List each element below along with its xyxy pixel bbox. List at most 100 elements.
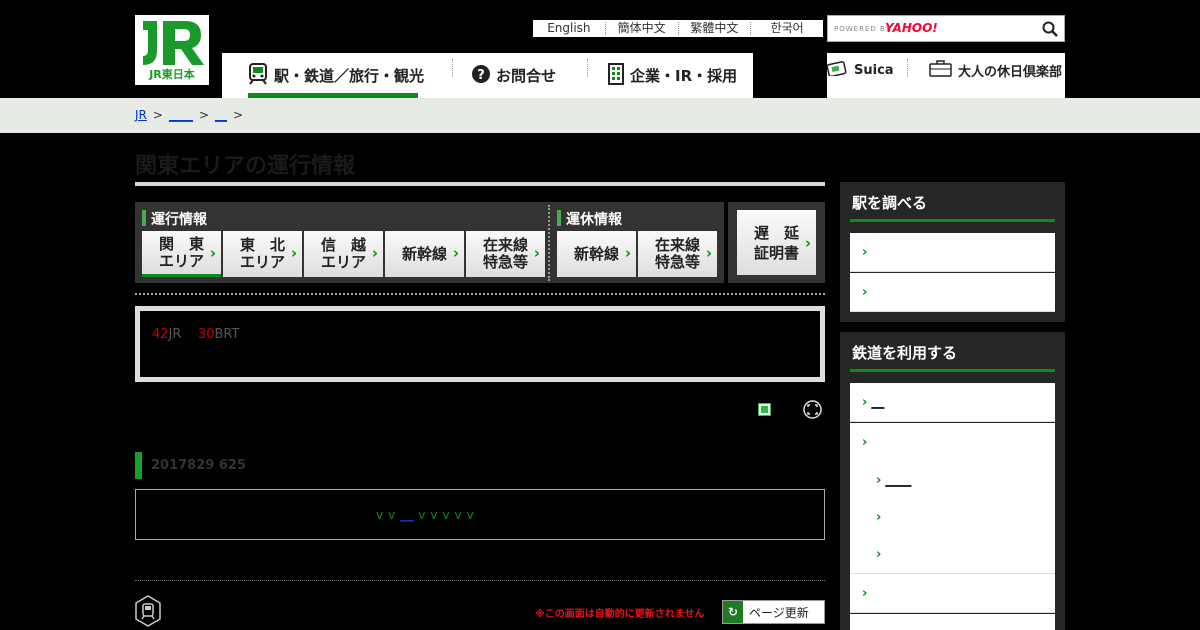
area-kanto-line2: エリア — [158, 251, 204, 270]
update-time-heading: 2017829 625 — [135, 452, 246, 479]
chevron-right-icon: › — [862, 394, 868, 410]
sidebar-railway-panel: 鉄道を利用する ›__ › ›____ › › › › — [840, 332, 1065, 630]
svg-text:JR東日本: JR東日本 — [148, 67, 195, 81]
panel-divider — [548, 205, 550, 281]
summary-count-brt: 30 — [197, 327, 215, 342]
sidebar-stations-item[interactable]: › — [850, 273, 1055, 312]
breadcrumb-separator: > — [198, 108, 210, 122]
refresh-icon: ↻ — [723, 601, 743, 623]
sidebar-railway-subitem[interactable]: › — [850, 498, 1055, 537]
nav-inquiry-label: お問合せ — [496, 67, 557, 85]
line-link[interactable]: v — [467, 508, 475, 522]
suspension-limited-express-line2: 特急等 — [654, 253, 700, 271]
sidebar-railway-item[interactable]: › __ — [850, 383, 1055, 422]
breadcrumb-level1-link[interactable]: ____ — [169, 108, 193, 122]
nav-corporate-label: 企業・IR・採用 — [630, 67, 738, 85]
lang-simplified-chinese-link[interactable]: 簡体中文 — [604, 22, 678, 35]
area-limited-express-line1: 在来線 — [482, 236, 528, 254]
nav-railway-travel[interactable]: 駅・鉄道／旅行・観光 — [248, 53, 424, 98]
sidebar-railway-subitem[interactable]: › — [850, 535, 1055, 574]
nav-otona-club-label: 大人の休日倶楽部 — [958, 64, 1063, 80]
breadcrumb-separator: > — [233, 108, 244, 122]
summary-label-brt: BRT — [214, 327, 240, 342]
area-shinkansen-line1: 新幹線 — [401, 244, 447, 263]
sidebar-stations-item[interactable]: › — [850, 233, 1055, 272]
nav-suica[interactable]: Suica — [826, 59, 894, 81]
page-refresh-button[interactable]: ↻ ページ更新 — [722, 600, 825, 624]
line-link[interactable]: v — [442, 508, 450, 522]
line-link[interactable]: v — [430, 508, 438, 522]
lang-english-link[interactable]: English — [533, 22, 605, 35]
footer-divider — [135, 580, 825, 581]
bag-icon — [929, 59, 953, 81]
chevron-right-icon: › — [876, 473, 882, 488]
sidebar-railway-item[interactable]: › — [850, 423, 1055, 462]
search-input[interactable]: POWERED BY YAHOO! — [827, 15, 1065, 42]
status-summary-text: 42JR 30BRT — [152, 327, 239, 342]
line-link[interactable]: __ — [400, 508, 414, 522]
nav-separator — [452, 59, 453, 77]
sidebar-railway-subitem[interactable]: › ____ — [850, 461, 1055, 500]
chevron-right-icon: › — [804, 234, 811, 252]
sub-navigation: Suica 大人の休日倶楽部 — [826, 53, 1065, 98]
line-link[interactable]: v — [388, 508, 396, 522]
chevron-right-icon: › — [290, 244, 297, 262]
nav-suica-label: Suica — [854, 62, 894, 78]
nav-corporate[interactable]: 企業・IR・採用 — [608, 53, 737, 98]
line-links-box: v v __ v v v v v — [135, 489, 825, 540]
search-powered-by: POWERED BY — [834, 25, 891, 33]
breadcrumb-bar: JR > ____ > __ > — [0, 98, 1200, 133]
sidebar-stations-panel: 駅を調べる › › — [840, 182, 1065, 322]
area-kanto-button[interactable]: 関 東エリア › — [142, 231, 221, 277]
jr-east-logo[interactable]: JR東日本 — [135, 15, 209, 85]
title-underline — [135, 182, 825, 186]
chevron-right-icon: › — [876, 510, 882, 525]
chevron-right-icon: › — [209, 244, 216, 262]
chevron-right-icon: › — [876, 546, 882, 562]
chevron-right-icon: › — [705, 244, 712, 262]
chevron-right-icon: › — [862, 434, 868, 450]
dotted-divider — [135, 293, 825, 295]
jr-logo-icon: JR東日本 — [143, 21, 204, 81]
chevron-right-icon: › — [624, 244, 631, 262]
sidebar-stations-title: 駅を調べる — [852, 194, 928, 212]
expand-icon[interactable] — [803, 400, 822, 419]
nav-otona-club[interactable]: 大人の休日倶楽部 — [929, 59, 1062, 81]
suspension-shinkansen-button[interactable]: 新幹線 › — [557, 231, 636, 277]
breadcrumb-separator: > — [152, 108, 163, 122]
nav-separator — [587, 59, 588, 77]
area-shinkansen-button[interactable]: 新幹線 › — [385, 231, 464, 277]
area-shinetsu-button[interactable]: 信 越エリア › — [304, 231, 383, 277]
sidebar-item-label: ____ — [885, 473, 912, 488]
lang-traditional-chinese-link[interactable]: 繁體中文 — [677, 22, 751, 35]
area-limited-express-button[interactable]: 在来線 特急等 › — [466, 231, 545, 277]
line-link[interactable]: v — [455, 508, 463, 522]
area-tohoku-button[interactable]: 東 北エリア › — [223, 231, 302, 277]
yahoo-logo: YAHOO! — [885, 21, 938, 35]
nav-inquiry[interactable]: ? お問合せ — [472, 53, 556, 98]
chevron-right-icon: › — [862, 585, 868, 601]
line-link[interactable]: v — [376, 508, 384, 522]
line-link[interactable]: v — [418, 508, 426, 522]
auto-refresh-notice: ※この画面は自動的に更新されません — [535, 609, 705, 620]
chevron-right-icon: › — [862, 244, 868, 260]
breadcrumb-root-link[interactable]: JR — [135, 108, 147, 122]
building-icon — [608, 62, 624, 89]
breadcrumb-level2-link[interactable]: __ — [215, 108, 227, 122]
window-icon[interactable] — [758, 403, 771, 416]
sidebar-railway-item[interactable]: › — [850, 574, 1055, 613]
question-icon: ? — [472, 64, 490, 87]
area-tohoku-line1: 東 北 — [239, 236, 285, 254]
suspension-limited-express-line1: 在来線 — [654, 236, 700, 254]
delay-certificate-button[interactable]: 遅 延証明書 › — [737, 210, 816, 275]
summary-count-jr: 42 — [152, 327, 169, 342]
sidebar-railway-item[interactable]: › — [850, 614, 1055, 630]
chevron-right-icon: › — [371, 244, 378, 262]
page-title: 関東エリアの運行情報 — [135, 154, 356, 179]
chevron-right-icon: › — [862, 626, 867, 630]
chevron-right-icon: › — [862, 284, 868, 300]
suspension-limited-express-button[interactable]: 在来線 特急等 › — [638, 231, 717, 277]
lang-korean-link[interactable]: 한국어 — [750, 22, 823, 35]
search-icon[interactable] — [1042, 21, 1058, 37]
chevron-right-icon: › — [533, 244, 540, 262]
